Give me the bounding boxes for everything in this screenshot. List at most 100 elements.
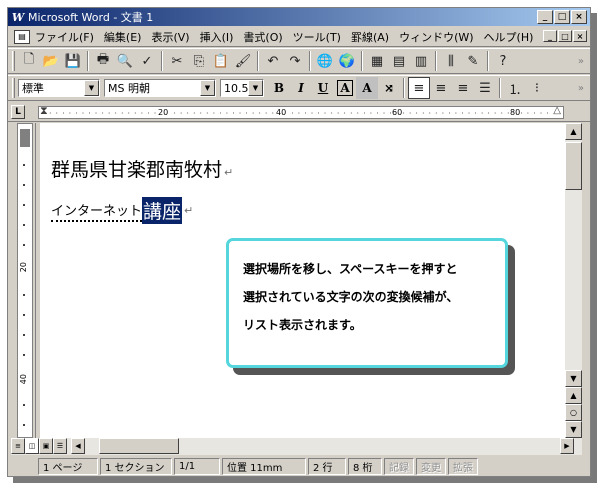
align-right-icon[interactable]: ≡ [452,77,474,99]
minimize-button[interactable]: _ [537,10,553,24]
menu-tools[interactable]: ツール(T) [288,29,346,45]
menu-table[interactable]: 罫線(A) [346,29,394,45]
selected-text[interactable]: 講座 [142,197,183,224]
spelling-icon[interactable]: ✓ [136,50,158,72]
paragraph-mark: ↵ [224,166,234,179]
document-icon[interactable]: ▤ [14,29,30,44]
menu-file[interactable]: ファイル(F) [30,29,99,45]
word-app-icon[interactable]: W [10,9,26,25]
drawing-icon[interactable]: ✎ [462,50,484,72]
font-size-select[interactable]: 10.5 ▼ [220,79,264,97]
distributed-icon[interactable]: ☰ [474,77,496,99]
scroll-down-icon[interactable]: ▼ [565,370,582,387]
status-trk[interactable]: 変更 [416,457,446,475]
web-toolbar-icon[interactable]: 🌍 [336,50,358,72]
window-shadow-right [591,13,597,479]
bold-button[interactable]: B [268,77,290,99]
char-shading-button[interactable]: A [356,77,378,99]
hyperlink-icon[interactable]: 🌐 [314,50,336,72]
print-preview-icon[interactable]: 🔍 [114,50,136,72]
doc-minimize-button[interactable]: _ [543,30,557,42]
print-icon[interactable]: 🖶 [92,50,114,72]
document-area[interactable]: 群馬県甘楽郡南牧村 ↵ インターネット 講座 ↵ 選択場所を移し、スペースキーを押… [35,123,565,438]
phonetic-guide-icon[interactable]: ⤨ [378,77,400,99]
document-line-2[interactable]: インターネット 講座 ↵ [51,197,193,224]
tab-selector[interactable]: L [11,105,25,119]
align-center-icon[interactable]: ≡ [430,77,452,99]
toolbar-grip[interactable] [12,51,15,71]
style-select[interactable]: 標準 ▼ [18,79,100,97]
line1-text: 群馬県甘楽郡南牧村 [51,159,223,181]
numbering-icon[interactable]: ⒈ [504,77,526,99]
undo-icon[interactable]: ↶ [262,50,284,72]
browse-object-icon[interactable]: ○ [565,404,582,421]
chevron-down-icon[interactable]: ▼ [84,80,99,96]
horizontal-scrollbar[interactable]: ≡ ◫ ▣ ☰ ◀ ▶ [11,438,582,455]
char-border-button[interactable]: A [337,80,353,96]
explanation-callout: 選択場所を移し、スペースキーを押すと 選択されている文字の次の変換候補が、 リス… [226,238,508,368]
save-icon[interactable]: 💾 [62,50,84,72]
indent-marker-icon[interactable]: ⧗ [40,104,48,118]
chevron-down-icon[interactable]: ▼ [200,80,215,96]
columns-icon[interactable]: ⫼ [440,50,462,72]
hscroll-thumb[interactable] [99,438,179,454]
menu-bar: ▤ ファイル(F) 編集(E) 表示(V) 挿入(I) 書式(O) ツール(T)… [8,27,590,47]
web-layout-icon[interactable]: ◫ [25,438,39,454]
font-select[interactable]: MS 明朝 ▼ [104,79,216,97]
scroll-right-icon[interactable]: ▶ [560,438,574,454]
cut-icon[interactable]: ✂ [166,50,188,72]
menu-view[interactable]: 表示(V) [146,29,194,45]
underline-button[interactable]: U [312,77,334,99]
formatting-toolbar: 標準 ▼ MS 明朝 ▼ 10.5 ▼ B I U A A ⤨ ≡ ≡ ≡ ☰ … [8,75,590,101]
prev-page-icon[interactable]: ▲ [565,387,582,404]
more-buttons-icon[interactable]: » [578,56,584,67]
scroll-left-icon[interactable]: ◀ [71,438,85,454]
open-folder-icon[interactable]: 📂 [40,50,62,72]
align-justify-icon[interactable]: ≡ [408,77,430,99]
print-layout-icon[interactable]: ▣ [39,438,53,454]
help-icon[interactable]: ? [492,50,514,72]
normal-view-icon[interactable]: ≡ [11,438,25,454]
italic-button[interactable]: I [290,77,312,99]
paragraph-mark: ↵ [184,204,194,217]
status-ext[interactable]: 拡張 [448,457,478,475]
horizontal-ruler[interactable]: ⧗ ······································… [38,104,564,119]
vertical-scrollbar[interactable]: ▲ ▼ ▲ ○ ▼ [565,123,582,438]
menu-insert[interactable]: 挿入(I) [195,29,239,45]
status-rec[interactable]: 記録 [384,457,414,475]
right-indent-icon[interactable]: △ [553,105,561,116]
tables-borders-icon[interactable]: ▦ [366,50,388,72]
bullets-icon[interactable]: ⁝ [526,77,548,99]
scroll-up-icon[interactable]: ▲ [565,123,582,140]
redo-icon[interactable]: ↷ [284,50,306,72]
toolbar-grip[interactable] [12,78,15,98]
title-bar: W Microsoft Word - 文書 1 _ □ × [8,8,590,26]
insert-table-icon[interactable]: ▤ [388,50,410,72]
ruler-mark: 60 [391,108,404,117]
menu-help[interactable]: ヘルプ(H) [479,29,539,45]
ruler-mark: 80 [509,108,522,117]
doc-close-button[interactable]: × [573,30,587,42]
callout-line: 選択場所を移し、スペースキーを押すと [243,262,458,276]
outline-view-icon[interactable]: ☰ [53,438,67,454]
paste-icon[interactable]: 📋 [210,50,232,72]
doc-restore-button[interactable]: □ [558,30,572,42]
maximize-button[interactable]: □ [554,10,570,24]
next-page-icon[interactable]: ▼ [565,421,582,438]
close-button[interactable]: × [571,10,587,24]
chevron-down-icon[interactable]: ▼ [248,80,263,96]
new-doc-icon[interactable]: 🗋 [18,50,40,72]
format-painter-icon[interactable]: 🖌 [232,50,254,72]
menu-edit[interactable]: 編集(E) [99,29,147,45]
status-page: 1 ページ [38,457,98,475]
callout-line: リスト表示されます。 [243,318,362,332]
document-line-1[interactable]: 群馬県甘楽郡南牧村 ↵ [51,155,233,182]
copy-icon[interactable]: ⎘ [188,50,210,72]
font-value: MS 明朝 [108,82,150,95]
menu-format[interactable]: 書式(O) [238,29,287,45]
insert-excel-icon[interactable]: ▥ [410,50,432,72]
menu-window[interactable]: ウィンドウ(W) [394,29,478,45]
vruler-mark: 20 [19,262,28,273]
more-buttons-icon[interactable]: » [578,83,584,94]
scroll-thumb[interactable] [565,142,582,190]
